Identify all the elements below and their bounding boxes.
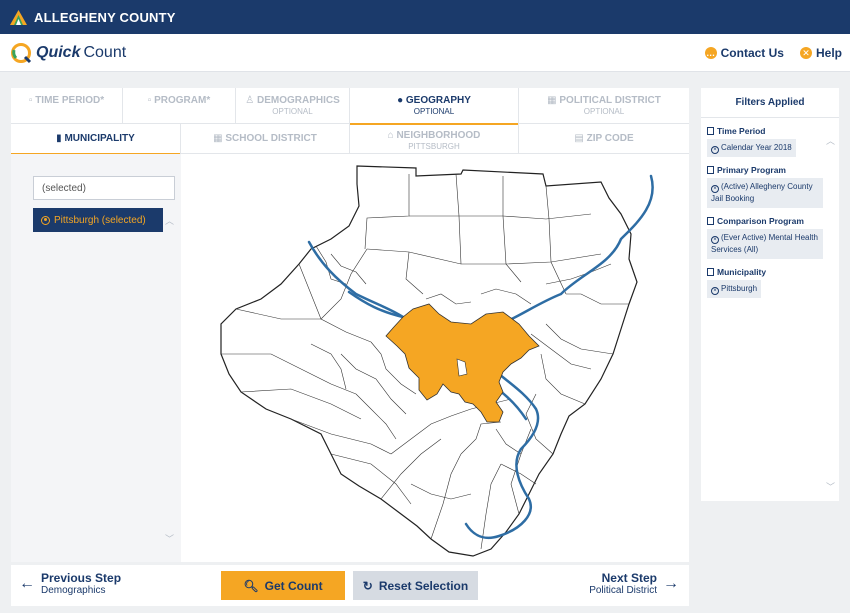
copy-icon xyxy=(707,217,714,225)
filter-group-municipality: Municipality × Pittsburgh xyxy=(701,267,839,298)
tab-sub: OPTIONAL xyxy=(413,107,455,116)
quickcount-logo[interactable]: Quick Count xyxy=(10,42,126,64)
chat-icon: … xyxy=(704,47,717,59)
logo-count: Count xyxy=(83,43,127,61)
tab-label: DEMOGRAPHICS xyxy=(256,95,340,106)
org-title: ALLEGHENY COUNTY xyxy=(34,9,176,25)
filter-chip-label: Calendar Year 2018 xyxy=(721,143,792,152)
filter-chip-label: Pittsburgh xyxy=(721,284,758,293)
tab-label: NEIGHBORHOOD xyxy=(396,130,481,141)
tab-sub: OPTIONAL xyxy=(583,107,625,116)
document-icon: ▫ xyxy=(147,95,152,106)
get-count-button[interactable]: 🔍︎ Get Count xyxy=(221,571,345,600)
filter-chip[interactable]: × (Active) Allegheny County Jail Booking xyxy=(707,178,823,208)
grid-icon: ▤ xyxy=(574,133,584,144)
filter-group-label: Primary Program xyxy=(717,165,786,175)
tab-label: ZIP CODE xyxy=(586,133,634,144)
chevron-up-icon[interactable]: ︿ xyxy=(165,214,174,227)
tab-school-district[interactable]: ▦ SCHOOL DISTRICT xyxy=(181,124,350,154)
tab-program[interactable]: ▫ PROGRAM* xyxy=(123,88,236,124)
help-icon: ✕ xyxy=(799,47,812,59)
help-label: Help xyxy=(815,46,842,60)
tab-label: MUNICIPALITY xyxy=(64,133,135,144)
filter-group-primary-program: Primary Program × (Active) Allegheny Coun… xyxy=(701,165,839,208)
tab-label: SCHOOL DISTRICT xyxy=(225,133,317,144)
person-icon: ♙ xyxy=(245,95,255,106)
remove-icon: × xyxy=(711,287,719,295)
filter-chip[interactable]: × (Ever Active) Mental Health Services (A… xyxy=(707,229,823,259)
step-tabs: ▫ TIME PERIOD* ▫ PROGRAM* ♙ DEMOGRAPHICS… xyxy=(11,88,689,125)
tab-municipality[interactable]: ▮ MUNICIPALITY xyxy=(11,124,181,155)
tab-demographics[interactable]: ♙ DEMOGRAPHICS OPTIONAL xyxy=(236,88,350,124)
arrow-right-icon: → xyxy=(663,574,679,592)
tab-label: POLITICAL DISTRICT xyxy=(559,95,661,106)
calendar-icon xyxy=(707,127,714,135)
get-count-label: Get Count xyxy=(264,578,323,593)
quickcount-logo-icon xyxy=(11,42,32,63)
filters-applied-panel: Filters Applied ︿ Time Period × Calendar … xyxy=(701,88,839,501)
tab-political-district[interactable]: ▦ POLITICAL DISTRICT OPTIONAL xyxy=(519,88,689,124)
filters-title: Filters Applied xyxy=(701,88,839,118)
selected-radio-icon xyxy=(41,215,50,225)
filter-chip[interactable]: × Pittsburgh xyxy=(707,280,762,298)
filter-group-label: Municipality xyxy=(717,267,767,277)
building-icon: ▦ xyxy=(547,95,557,106)
map-pin-icon: ● xyxy=(397,95,404,106)
filter-group-comparison-program: Comparison Program × (Ever Active) Mental… xyxy=(701,216,839,259)
chevron-down-icon[interactable]: ﹀ xyxy=(826,480,835,493)
tab-label: TIME PERIOD* xyxy=(35,95,105,106)
remove-icon: × xyxy=(711,236,719,244)
reset-selection-label: Reset Selection xyxy=(378,578,469,593)
wizard-panel: ▫ TIME PERIOD* ▫ PROGRAM* ♙ DEMOGRAPHICS… xyxy=(11,88,689,562)
previous-step-sub: Demographics xyxy=(41,585,106,596)
refresh-icon: ↻ xyxy=(362,578,373,593)
tab-neighborhood[interactable]: ⌂ NEIGHBORHOOD PITTSBURGH xyxy=(350,124,519,154)
list-item-pittsburgh[interactable]: Pittsburgh (selected) xyxy=(33,208,163,232)
filter-group-label: Time Period xyxy=(717,126,766,136)
allegheny-logo-icon xyxy=(10,9,27,25)
county-map[interactable] xyxy=(181,154,689,562)
remove-icon: × xyxy=(711,185,719,193)
tab-label: GEOGRAPHY xyxy=(405,95,471,106)
municipality-search-input[interactable] xyxy=(33,176,175,200)
filter-group-time-period: Time Period × Calendar Year 2018 xyxy=(701,126,839,157)
previous-step-label: Previous Step xyxy=(41,571,122,585)
next-step-label: Next Step xyxy=(601,571,657,585)
municipality-list-panel: Pittsburgh (selected) ︿ ﹀ xyxy=(11,154,181,562)
tab-geography[interactable]: ● GEOGRAPHY OPTIONAL xyxy=(350,88,519,125)
filter-chip-label: (Active) Allegheny County Jail Booking xyxy=(711,182,813,203)
tab-sub: OPTIONAL xyxy=(272,107,313,116)
search-icon: 🔍︎ xyxy=(243,578,259,593)
tab-sub: PITTSBURGH xyxy=(408,142,460,151)
top-header: ALLEGHENY COUNTY xyxy=(0,0,850,34)
wizard-footer: ← Previous Step Demographics 🔍︎ Get Coun… xyxy=(11,565,689,606)
contact-us-link[interactable]: … Contact Us xyxy=(704,46,784,60)
filter-chip-label: (Ever Active) Mental Health Services (Al… xyxy=(711,233,818,254)
chevron-down-icon[interactable]: ﹀ xyxy=(165,532,174,545)
next-step-sub: Political District xyxy=(589,585,657,596)
arrow-left-icon: ← xyxy=(19,574,35,592)
building-icon xyxy=(707,268,714,276)
tab-label: PROGRAM* xyxy=(154,95,211,106)
calendar-icon: ▫ xyxy=(28,95,33,106)
geography-tabs: ▮ MUNICIPALITY ▦ SCHOOL DISTRICT ⌂ NEIGH… xyxy=(11,124,689,155)
logo-quick: Quick xyxy=(36,43,81,61)
school-icon: ▦ xyxy=(213,133,223,144)
contact-us-label: Contact Us xyxy=(720,46,784,60)
filter-group-label: Comparison Program xyxy=(717,216,804,226)
filter-chip[interactable]: × Calendar Year 2018 xyxy=(707,139,796,157)
app-header: Quick Count … Contact Us ✕ Help xyxy=(0,34,850,72)
tab-zip-code[interactable]: ▤ ZIP CODE xyxy=(519,124,689,154)
chevron-up-icon[interactable]: ︿ xyxy=(826,134,835,147)
reset-selection-button[interactable]: ↻ Reset Selection xyxy=(353,571,478,600)
building-icon: ▮ xyxy=(56,133,62,144)
document-icon xyxy=(707,166,714,174)
tab-time-period[interactable]: ▫ TIME PERIOD* xyxy=(11,88,123,124)
remove-icon: × xyxy=(711,146,719,154)
next-step-button[interactable]: Next Step Political District → xyxy=(589,571,679,596)
home-icon: ⌂ xyxy=(387,130,394,141)
list-item-label: Pittsburgh (selected) xyxy=(54,214,146,226)
help-link[interactable]: ✕ Help xyxy=(799,46,842,60)
previous-step-button[interactable]: ← Previous Step Demographics xyxy=(19,571,121,596)
